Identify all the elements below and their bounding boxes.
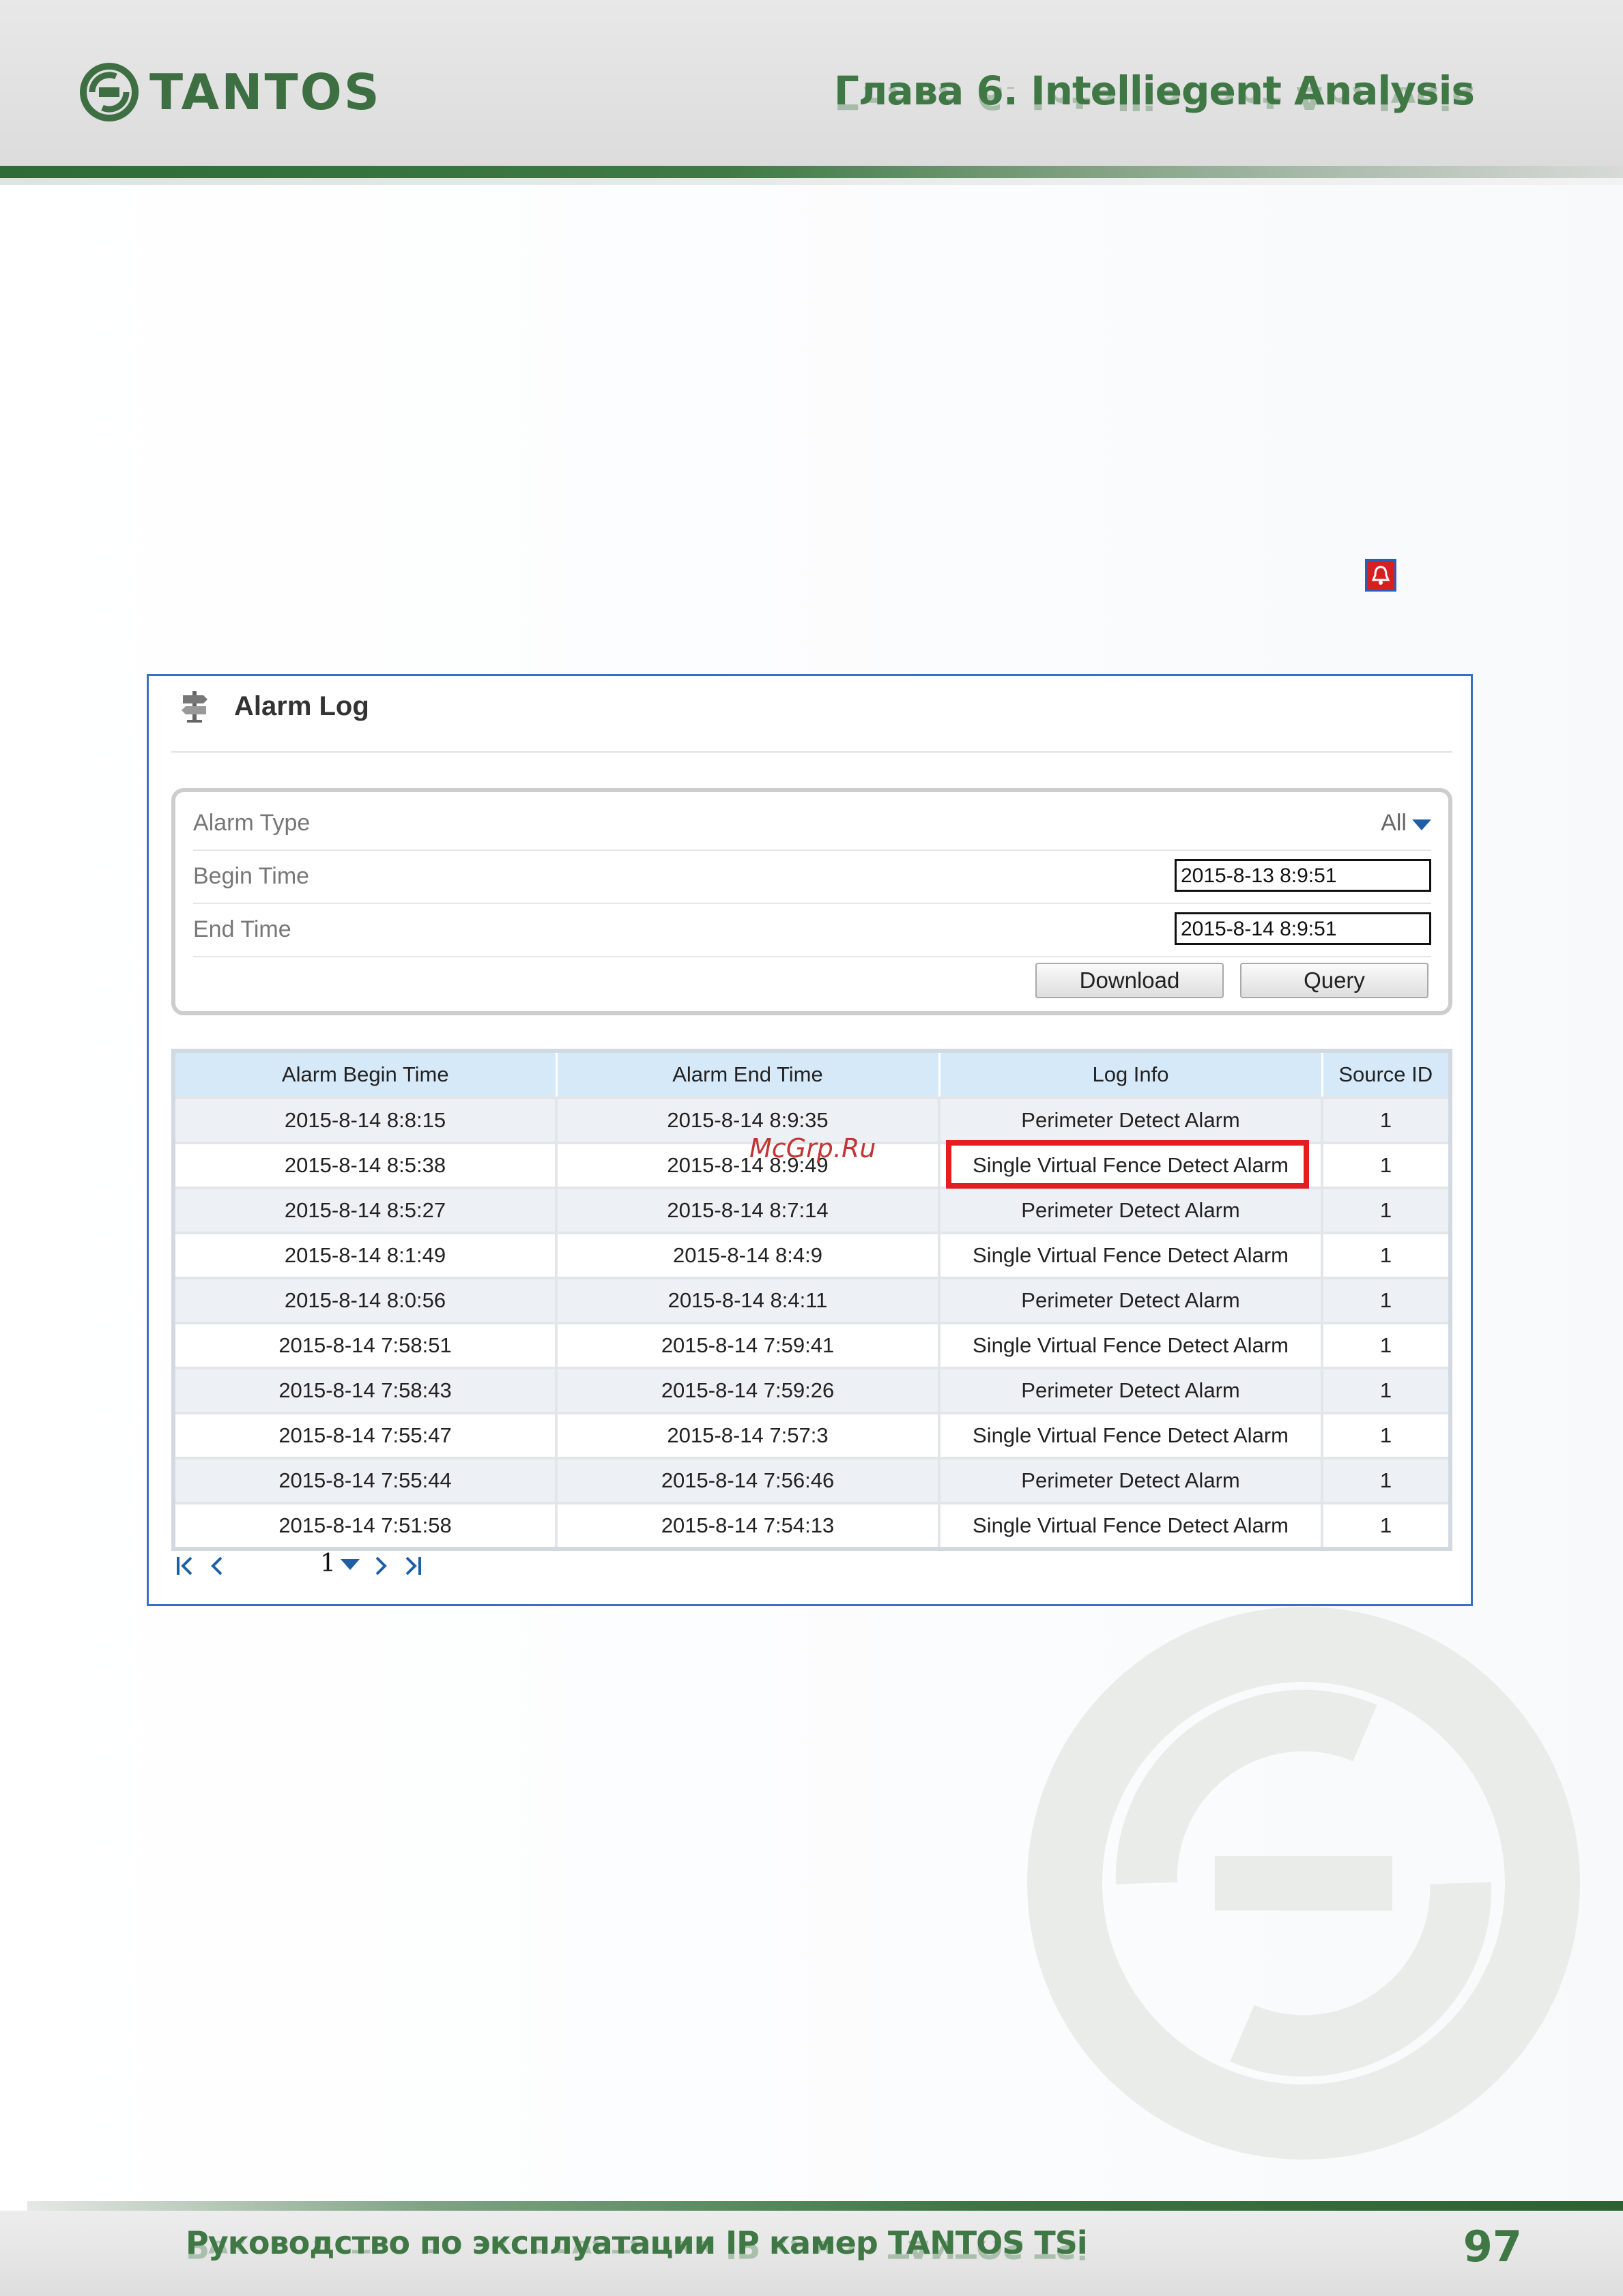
alarm-log-panel: Alarm Log Alarm Type All Begin Time 2015…: [147, 674, 1473, 1606]
begin-time-label: Begin Time: [193, 863, 310, 889]
table-cell: 2015-8-14 8:8:15: [172, 1096, 558, 1144]
column-header[interactable]: Log Info: [938, 1049, 1323, 1099]
first-page-icon[interactable]: [175, 1555, 195, 1577]
table-cell: 2015-8-14 7:55:44: [172, 1457, 558, 1505]
table-cell: Single Virtual Fence Detect Alarm: [938, 1502, 1323, 1550]
table-cell: 2015-8-14 7:56:46: [555, 1457, 940, 1505]
table-cell: 2015-8-14 8:4:11: [555, 1277, 940, 1324]
table-cell: 1: [1321, 1367, 1452, 1414]
table-cell: 2015-8-14 7:54:13: [555, 1502, 940, 1550]
table-cell: 2015-8-14 7:59:26: [555, 1367, 940, 1414]
table-cell: 1: [1321, 1457, 1452, 1505]
table-row[interactable]: 2015-8-14 8:5:27 2015-8-14 8:7:14 Perime…: [172, 1187, 1452, 1234]
alarm-type-row: Alarm Type All: [193, 798, 1431, 851]
signpost-icon: [182, 691, 207, 723]
begin-time-input[interactable]: 2015-8-13 8:9:51: [1175, 859, 1431, 892]
panel-title: Alarm Log: [234, 691, 369, 721]
alarm-log-table: Alarm Begin Time Alarm End Time Log Info…: [171, 1049, 1452, 1551]
table-cell: 1: [1321, 1502, 1452, 1550]
alarm-type-label: Alarm Type: [193, 810, 311, 836]
table-row[interactable]: 2015-8-14 7:51:58 2015-8-14 7:54:13 Sing…: [172, 1502, 1452, 1550]
column-header[interactable]: Alarm End Time: [555, 1049, 940, 1099]
table-cell: 2015-8-14 8:9:35: [555, 1096, 940, 1144]
table-cell: 2015-8-14 8:5:27: [172, 1187, 558, 1234]
table-cell: 2015-8-14 8:9:49: [555, 1142, 940, 1189]
table-row[interactable]: 2015-8-14 7:58:51 2015-8-14 7:59:41 Sing…: [172, 1322, 1452, 1369]
table-row[interactable]: 2015-8-14 8:1:49 2015-8-14 8:4:9 Single …: [172, 1232, 1452, 1279]
table-cell: Perimeter Detect Alarm: [938, 1457, 1323, 1505]
table-cell: Perimeter Detect Alarm: [938, 1277, 1323, 1324]
table-row[interactable]: 2015-8-14 7:55:47 2015-8-14 7:57:3 Singl…: [172, 1412, 1452, 1459]
query-button[interactable]: Query: [1240, 963, 1428, 998]
header-rule-shadow: [0, 178, 1623, 185]
table-cell: Perimeter Detect Alarm: [938, 1187, 1323, 1234]
table-cell: Perimeter Detect Alarm: [938, 1367, 1323, 1414]
dropdown-arrow-icon: [1412, 819, 1431, 830]
table-cell: 2015-8-14 7:58:51: [172, 1322, 558, 1369]
table-cell: Single Virtual Fence Detect Alarm: [938, 1232, 1323, 1279]
column-header[interactable]: Alarm Begin Time: [172, 1049, 558, 1099]
table-cell: Single Virtual Fence Detect Alarm: [938, 1322, 1323, 1369]
table-cell: 2015-8-14 7:58:43: [172, 1367, 558, 1414]
table-row[interactable]: 2015-8-14 8:0:56 2015-8-14 8:4:11 Perime…: [172, 1277, 1452, 1324]
download-button[interactable]: Download: [1035, 963, 1224, 998]
last-page-icon[interactable]: [403, 1555, 423, 1577]
table-cell: 2015-8-14 8:4:9: [555, 1232, 940, 1279]
table-cell: 2015-8-14 7:51:58: [172, 1502, 558, 1550]
table-cell: 1: [1321, 1096, 1452, 1144]
alarm-type-value: All: [1381, 810, 1407, 836]
watermark-logo-icon: [1027, 1607, 1580, 2160]
footer-title-reflection: Руководство по эксплуатации IP камер TAN…: [186, 2241, 1087, 2263]
brand-name: TANTOS: [149, 63, 382, 121]
filter-form: Alarm Type All Begin Time 2015-8-13 8:9:…: [171, 788, 1452, 1015]
table-cell: Single Virtual Fence Detect Alarm: [938, 1412, 1323, 1459]
alarm-type-select[interactable]: All: [1349, 798, 1431, 845]
footer-rule: [27, 2201, 1623, 2211]
end-time-input[interactable]: 2015-8-14 8:9:51: [1175, 912, 1431, 945]
highlight-box: [946, 1140, 1309, 1189]
table-cell: 1: [1321, 1142, 1452, 1189]
end-time-label: End Time: [193, 916, 291, 942]
header-rule: [0, 166, 1623, 178]
table-cell: 2015-8-14 7:59:41: [555, 1322, 940, 1369]
alarm-bell-icon: [1365, 559, 1396, 592]
table-header-row: Alarm Begin Time Alarm End Time Log Info…: [172, 1049, 1452, 1099]
end-time-row: End Time 2015-8-14 8:9:51: [193, 904, 1431, 957]
page-number-label: 97: [1463, 2222, 1522, 2271]
table-row[interactable]: 2015-8-14 7:55:44 2015-8-14 7:56:46 Peri…: [172, 1457, 1452, 1505]
table-cell: 2015-8-14 8:0:56: [172, 1277, 558, 1324]
title-divider: [171, 751, 1452, 753]
next-page-icon[interactable]: [373, 1555, 389, 1577]
page-number[interactable]: 1: [320, 1550, 336, 1578]
table-cell: 2015-8-14 7:57:3: [555, 1412, 940, 1459]
table-row[interactable]: 2015-8-14 7:58:43 2015-8-14 7:59:26 Peri…: [172, 1367, 1452, 1414]
tantos-logo-icon: [80, 63, 139, 121]
table-cell: 2015-8-14 8:1:49: [172, 1232, 558, 1279]
pagination: 1: [175, 1550, 584, 1578]
table-cell: 1: [1321, 1277, 1452, 1324]
chapter-title-reflection: Глава 6. Intelliegent Analysis: [833, 87, 1474, 115]
table-cell: 2015-8-14 7:55:47: [172, 1412, 558, 1459]
brand-logo: TANTOS: [78, 61, 382, 123]
page-dropdown-arrow-icon[interactable]: [341, 1559, 360, 1570]
table-cell: 1: [1321, 1187, 1452, 1234]
table-cell: 2015-8-14 8:7:14: [555, 1187, 940, 1234]
prev-page-icon[interactable]: [209, 1555, 225, 1577]
table-cell: 1: [1321, 1232, 1452, 1279]
table-cell: Perimeter Detect Alarm: [938, 1096, 1323, 1144]
begin-time-row: Begin Time 2015-8-13 8:9:51: [193, 851, 1431, 904]
page-header: TANTOS Глава 6. Intelliegent Analysis Гл…: [0, 0, 1623, 167]
watermark-text: McGrp.Ru: [749, 1133, 876, 1163]
table-cell: 1: [1321, 1412, 1452, 1459]
column-header[interactable]: Source ID: [1321, 1049, 1452, 1099]
table-cell: 1: [1321, 1322, 1452, 1369]
table-cell: 2015-8-14 8:5:38: [172, 1142, 558, 1189]
